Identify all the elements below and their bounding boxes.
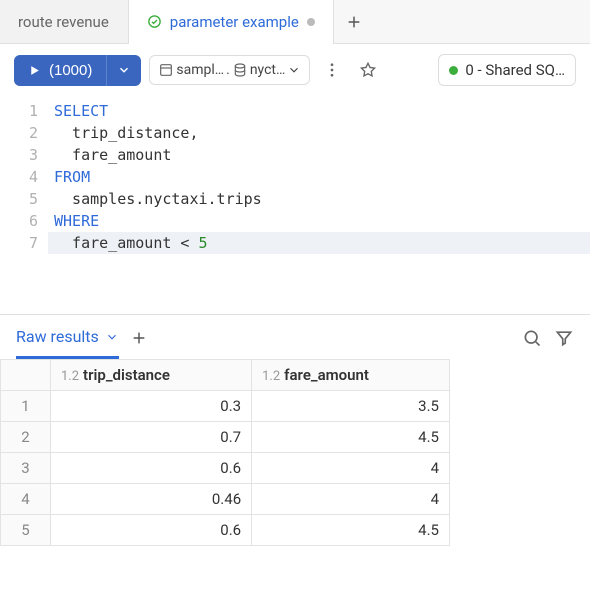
table-corner (1, 360, 51, 391)
search-results-button[interactable] (522, 328, 542, 358)
cell[interactable]: 0.6 (51, 515, 252, 546)
chevron-down-icon (117, 63, 131, 77)
table-row[interactable]: 20.74.5 (1, 422, 450, 453)
schema-selector[interactable]: sampl… . nyct… (149, 55, 310, 85)
row-number: 4 (1, 484, 51, 515)
line-number: 5 (0, 188, 38, 210)
cell[interactable]: 3.5 (252, 391, 450, 422)
tab-bar: route revenue parameter example (0, 0, 590, 44)
cell[interactable]: 0.3 (51, 391, 252, 422)
catalog-label: sampl… (176, 62, 224, 78)
cluster-label: 0 - Shared SQ… (465, 61, 565, 79)
results-bar: Raw results (0, 315, 590, 359)
row-number: 2 (1, 422, 51, 453)
kebab-icon (323, 61, 341, 79)
line-number: 1 (0, 100, 38, 122)
line-gutter: 1234567 (0, 100, 48, 254)
sql-editor[interactable]: 1234567 SELECT trip_distance, fare_amoun… (0, 96, 590, 264)
type-label: 1.2 (262, 369, 280, 384)
code-line[interactable]: FROM (48, 166, 590, 188)
row-number: 5 (1, 515, 51, 546)
cell[interactable]: 0.6 (51, 453, 252, 484)
code-line[interactable]: samples.nyctaxi.trips (48, 188, 590, 210)
table-row[interactable]: 40.464 (1, 484, 450, 515)
column-name: fare_amount (284, 366, 369, 384)
code-area[interactable]: SELECT trip_distance, fare_amountFROM sa… (48, 100, 590, 254)
tab-route-revenue[interactable]: route revenue (0, 0, 128, 43)
unsaved-dot-icon (307, 18, 315, 26)
code-line[interactable]: SELECT (48, 100, 590, 122)
code-line[interactable]: trip_distance, (48, 122, 590, 144)
kebab-menu-button[interactable] (318, 56, 346, 84)
new-tab-button[interactable] (334, 0, 374, 43)
table-row[interactable]: 30.64 (1, 453, 450, 484)
chevron-down-icon (105, 330, 119, 344)
cell[interactable]: 4.5 (252, 422, 450, 453)
cluster-selector[interactable]: 0 - Shared SQ… (438, 54, 576, 86)
code-line[interactable]: fare_amount (48, 144, 590, 166)
line-number: 7 (0, 232, 38, 254)
line-number: 2 (0, 122, 38, 144)
column-header-trip-distance[interactable]: 1.2 trip_distance (51, 360, 252, 391)
star-icon (359, 61, 377, 79)
filter-icon (554, 328, 574, 348)
column-header-fare-amount[interactable]: 1.2 fare_amount (252, 360, 450, 391)
tab-parameter-example[interactable]: parameter example (128, 0, 334, 43)
chevron-down-icon (287, 63, 301, 77)
star-button[interactable] (354, 56, 382, 84)
table-row[interactable]: 50.64.5 (1, 515, 450, 546)
cell[interactable]: 4 (252, 484, 450, 515)
play-icon (28, 64, 41, 77)
line-number: 3 (0, 144, 38, 166)
schema-separator: . (226, 62, 230, 78)
schema-label: nyct… (250, 62, 286, 78)
results-body: 10.33.520.74.530.6440.46450.64.5 (1, 391, 450, 546)
tab-label: route revenue (18, 13, 109, 31)
line-number: 6 (0, 210, 38, 232)
catalog-icon (158, 62, 174, 78)
plus-icon (131, 330, 147, 346)
code-line[interactable]: fare_amount < 5 (48, 232, 590, 254)
search-icon (522, 328, 542, 348)
run-limit-label: (1000) (49, 62, 92, 79)
results-table: 1.2trip_distance 1.2fare_amount 10.33.52… (0, 359, 450, 546)
run-dropdown-button[interactable] (106, 55, 141, 86)
editor-toolbar: (1000) sampl… . nyct… 0 - Shared SQ… (0, 44, 590, 96)
row-number: 3 (1, 453, 51, 484)
tab-label: parameter example (170, 13, 299, 31)
cell[interactable]: 0.7 (51, 422, 252, 453)
row-number: 1 (1, 391, 51, 422)
table-row[interactable]: 10.33.5 (1, 391, 450, 422)
cell[interactable]: 4.5 (252, 515, 450, 546)
results-tab-raw[interactable]: Raw results (16, 327, 119, 359)
column-name: trip_distance (83, 366, 170, 384)
filter-results-button[interactable] (554, 328, 574, 358)
cell[interactable]: 4 (252, 453, 450, 484)
status-dot-icon (449, 66, 458, 75)
check-circle-icon (147, 14, 162, 29)
run-button[interactable]: (1000) (14, 55, 106, 86)
line-number: 4 (0, 166, 38, 188)
database-icon (232, 62, 248, 78)
code-line[interactable]: WHERE (48, 210, 590, 232)
add-visualization-button[interactable] (131, 327, 147, 359)
run-button-group: (1000) (14, 55, 141, 86)
type-label: 1.2 (61, 369, 79, 384)
results-tab-label: Raw results (16, 327, 99, 346)
cell[interactable]: 0.46 (51, 484, 252, 515)
